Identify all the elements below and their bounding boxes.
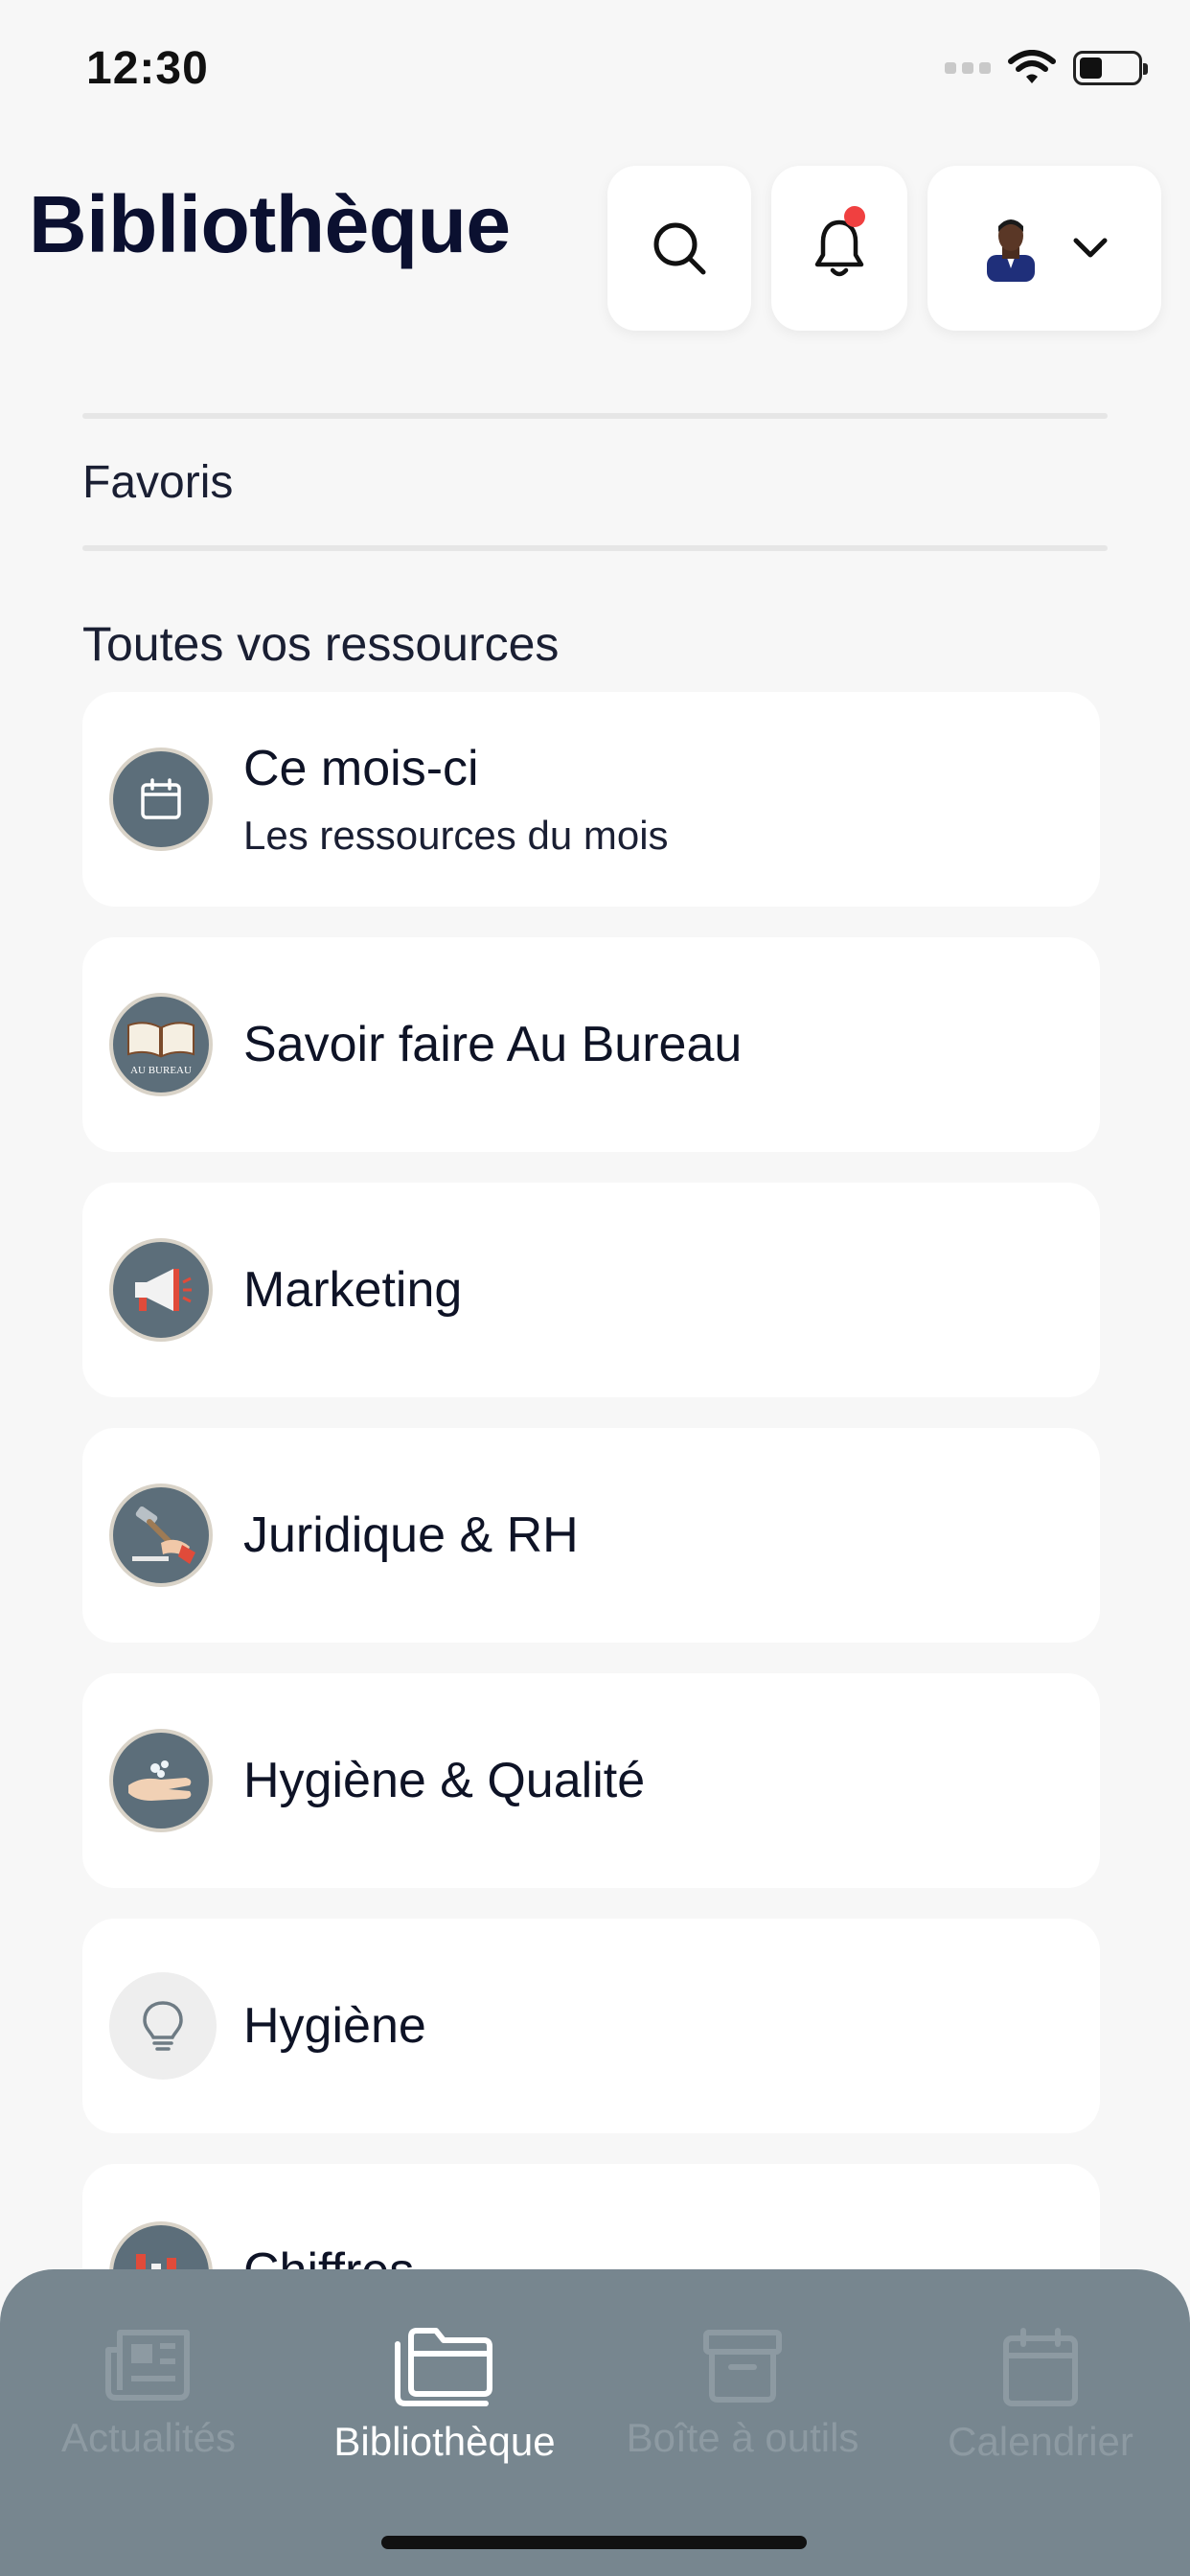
notifications-button[interactable]	[771, 166, 907, 331]
status-time: 12:30	[86, 43, 209, 94]
chevron-down-icon	[1073, 238, 1108, 258]
card-title: Ce mois-ci	[243, 741, 479, 796]
card-subtitle: Les ressources du mois	[243, 813, 669, 858]
tab-calendrier[interactable]: Calendrier	[897, 2327, 1184, 2465]
megaphone-icon	[109, 1238, 213, 1342]
search-button[interactable]	[607, 166, 751, 331]
resource-card-savoir-faire[interactable]: AU BUREAU Savoir faire Au Bureau	[82, 937, 1100, 1152]
divider	[82, 413, 1108, 419]
book-icon: AU BUREAU	[109, 993, 213, 1096]
card-title: Marketing	[243, 1262, 463, 1318]
tab-bibliotheque[interactable]: Bibliothèque	[301, 2327, 588, 2465]
card-title: Hygiène & Qualité	[243, 1753, 646, 1808]
profile-menu-button[interactable]	[927, 166, 1161, 331]
tab-label: Boîte à outils	[626, 2415, 859, 2460]
lightbulb-icon	[109, 1972, 217, 2080]
archive-box-icon	[703, 2330, 782, 2403]
bottom-navigation: Actualités Bibliothèque Boîte à outils C…	[0, 2269, 1190, 2576]
status-icons	[945, 50, 1148, 86]
resource-card-marketing[interactable]: Marketing	[82, 1183, 1100, 1397]
newspaper-icon	[105, 2330, 190, 2401]
card-title: Juridique & RH	[243, 1507, 579, 1563]
resource-card-hygiene-qualite[interactable]: Hygiène & Qualité	[82, 1673, 1100, 1888]
resource-card-hygiene[interactable]: Hygiène	[82, 1919, 1100, 2133]
tab-label: Bibliothèque	[333, 2419, 556, 2464]
page-title: Bibliothèque	[29, 179, 511, 269]
card-title: Savoir faire Au Bureau	[243, 1017, 743, 1072]
divider	[82, 545, 1108, 551]
battery-icon	[1073, 51, 1148, 85]
favorites-link[interactable]: Favoris	[82, 456, 233, 509]
tab-actualites[interactable]: Actualités	[5, 2327, 292, 2461]
hand-wash-icon	[109, 1729, 213, 1832]
signal-icon	[945, 62, 991, 74]
status-bar: 12:30	[0, 0, 1190, 144]
section-title: Toutes vos ressources	[82, 617, 560, 671]
calendar-icon	[109, 748, 213, 851]
tab-label: Calendrier	[948, 2419, 1133, 2464]
book-icon-label: AU BUREAU	[130, 1065, 192, 1076]
calendar-icon	[1003, 2328, 1078, 2406]
search-icon	[653, 222, 706, 275]
gavel-icon	[109, 1484, 213, 1587]
tab-label: Actualités	[60, 2415, 237, 2460]
notification-badge	[844, 206, 865, 227]
wifi-icon	[1008, 50, 1056, 83]
home-indicator	[381, 2536, 807, 2549]
folders-icon	[395, 2328, 492, 2406]
avatar	[987, 219, 1035, 282]
resource-card-ce-mois-ci[interactable]: Ce mois-ci Les ressources du mois	[82, 692, 1100, 907]
card-title: Hygiène	[243, 1998, 426, 2054]
tab-boite-a-outils[interactable]: Boîte à outils	[599, 2327, 886, 2461]
resource-card-juridique[interactable]: Juridique & RH	[82, 1428, 1100, 1643]
